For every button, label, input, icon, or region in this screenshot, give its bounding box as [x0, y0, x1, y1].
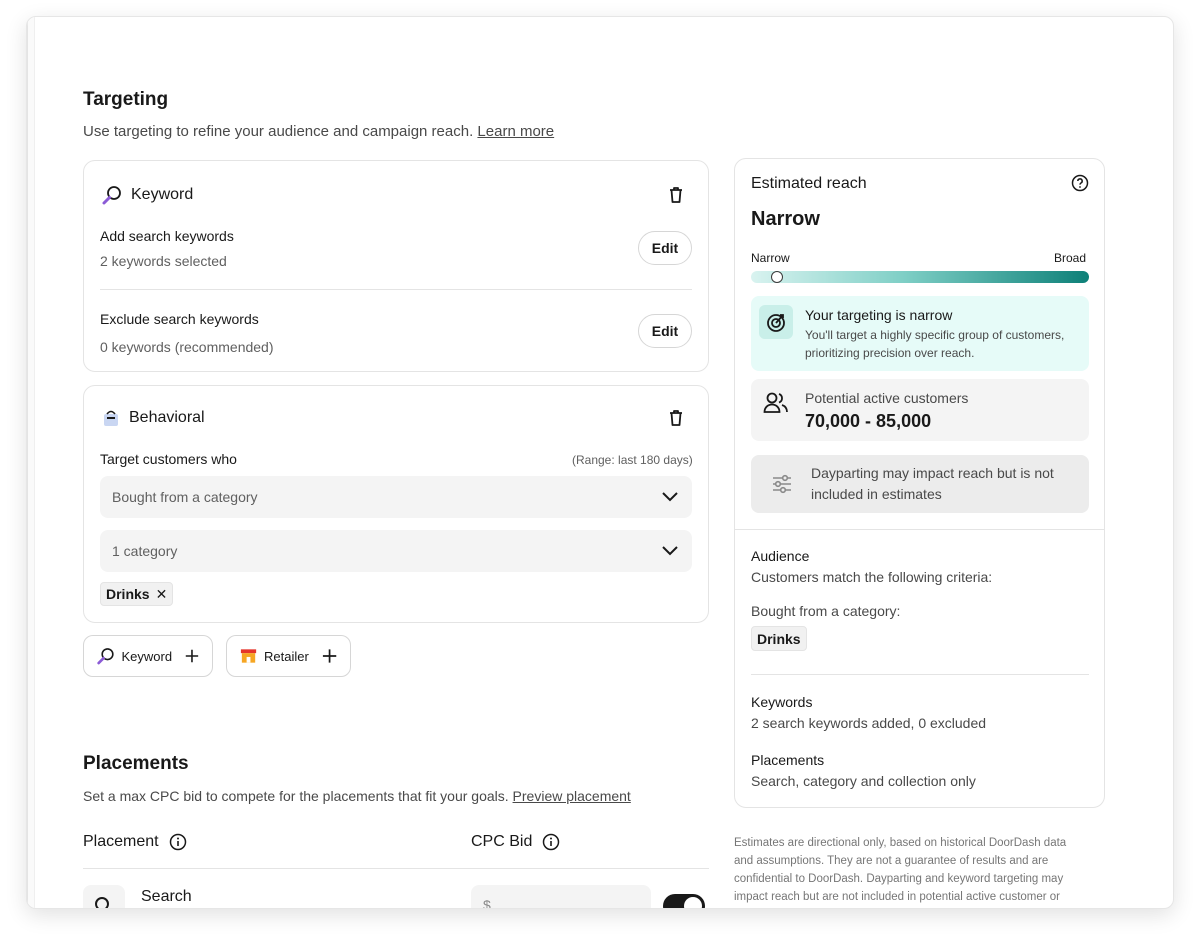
disclaimer-line-3: confidential to DoorDash. Dayparting and…: [734, 873, 1064, 885]
range-note: (Range: last 180 days): [572, 453, 693, 467]
search-icon: [95, 897, 109, 908]
chevron-down-icon: [662, 492, 678, 502]
reach-level: Narrow: [751, 208, 820, 230]
action-select[interactable]: Bought from a category: [100, 476, 692, 518]
learn-more-link[interactable]: Learn more: [477, 123, 554, 140]
dayparting-note-2: included in estimates: [811, 486, 942, 502]
reach-slider-thumb: [770, 271, 783, 283]
narrow-info-box: Your targeting is narrow You'll target a…: [751, 296, 1089, 371]
disclaimer-line-1: Estimates are directional only, based on…: [734, 837, 1067, 849]
dayparting-note-box: Dayparting may impact reach but is not i…: [751, 455, 1089, 513]
placements-subtitle-text: Set a max CPC bid to compete for the pla…: [83, 788, 509, 804]
action-select-value: Bought from a category: [112, 489, 258, 505]
preview-placement-link[interactable]: Preview placement: [513, 788, 631, 804]
keyword-card-title-text: Keyword: [131, 186, 194, 203]
narrow-info-desc-2: prioritizing precision over reach.: [805, 346, 975, 360]
exclude-keywords-label: Exclude search keywords: [100, 311, 259, 327]
placement-column-label: Placement: [83, 833, 159, 850]
add-keywords-label: Add search keywords: [100, 228, 234, 244]
audience-title: Audience: [751, 548, 810, 564]
cpc-bid-placeholder: $: [483, 897, 491, 909]
cpc-column-header: CPC Bid: [471, 833, 560, 851]
disclaimer-line-4: impact reach but are not included in pot…: [734, 891, 1061, 903]
add-retailer-button[interactable]: Retailer: [226, 635, 351, 677]
target-icon: [767, 314, 785, 332]
category-chip-label: Drinks: [106, 586, 150, 602]
audience-desc: Customers match the following criteria:: [751, 569, 993, 585]
trash-icon[interactable]: [666, 185, 686, 205]
cpc-column-label: CPC Bid: [471, 833, 533, 850]
add-keywords-value: 2 keywords selected: [100, 253, 227, 269]
sliders-icon: [773, 474, 791, 494]
placements-title: Placements: [83, 753, 189, 774]
plus-icon: [185, 649, 199, 663]
target-icon-box: [759, 305, 793, 339]
search-placement-toggle[interactable]: [663, 894, 705, 908]
narrow-info-desc-1: You'll target a highly specific group of…: [805, 328, 1065, 342]
targeting-subtitle-text: Use targeting to refine your audience an…: [83, 123, 474, 140]
magnifier-icon: [97, 648, 114, 665]
scale-min-label: Narrow: [751, 251, 790, 265]
keywords-summary-title: Keywords: [751, 694, 813, 710]
reach-divider: [735, 529, 1104, 530]
reach-slider-track: [751, 271, 1089, 283]
placements-subtitle: Set a max CPC bid to compete for the pla…: [83, 788, 631, 804]
placement-column-header: Placement: [83, 833, 187, 851]
category-select[interactable]: 1 category: [100, 530, 692, 572]
edit-exclude-keywords-button[interactable]: Edit: [638, 314, 692, 348]
people-icon: [763, 392, 788, 413]
potential-customers-value: 70,000 - 85,000: [805, 411, 932, 431]
plus-icon: [322, 649, 337, 663]
behavioral-card-title: Behavioral: [101, 408, 205, 428]
add-keyword-label: Keyword: [121, 648, 173, 664]
shopping-bag-icon: [104, 410, 118, 426]
trash-icon[interactable]: [666, 408, 686, 428]
disclaimer-line-2: and assumptions. They are not a guarante…: [734, 855, 1049, 867]
audience-divider: [751, 674, 1089, 675]
search-placement-icon-box: [83, 885, 125, 908]
placements-divider: [83, 868, 709, 869]
category-chip: Drinks ✕: [100, 582, 174, 606]
placements-summary-desc: Search, category and collection only: [751, 773, 976, 789]
bought-chip-label: Drinks: [757, 630, 801, 647]
reach-header: Estimated reach: [751, 175, 867, 192]
scale-max-label: Broad: [1054, 251, 1087, 265]
bought-chip: Drinks: [751, 626, 807, 651]
estimated-reach-card: Estimated reach Narrow Narrow Broad Your…: [734, 158, 1105, 808]
info-icon[interactable]: [169, 833, 187, 851]
cpc-bid-input[interactable]: $: [471, 885, 651, 909]
target-customers-label: Target customers who: [100, 451, 237, 467]
storefront-icon: [240, 649, 257, 663]
keyword-card: Keyword Add search keywords 2 keywords s…: [83, 160, 709, 372]
keyword-card-title: Keyword: [101, 184, 193, 206]
add-keyword-button[interactable]: Keyword: [83, 635, 213, 677]
app-frame: Targeting Use targeting to refine your a…: [26, 16, 1174, 909]
placements-summary-title: Placements: [751, 752, 825, 768]
narrow-info-title: Your targeting is narrow: [805, 307, 953, 323]
potential-customers-label: Potential active customers: [805, 390, 969, 406]
search-placement-label: Search: [141, 888, 192, 905]
edit-add-keywords-button[interactable]: Edit: [638, 231, 692, 265]
behavioral-card-title-text: Behavioral: [129, 409, 205, 426]
close-icon[interactable]: ✕: [156, 586, 168, 603]
magnifier-icon: [102, 186, 121, 205]
category-select-value: 1 category: [112, 543, 178, 559]
add-retailer-label: Retailer: [264, 648, 309, 664]
dayparting-note-1: Dayparting may impact reach but is not: [811, 465, 1054, 481]
help-icon[interactable]: [1071, 174, 1089, 192]
chevron-down-icon: [662, 546, 678, 556]
bought-label: Bought from a category:: [751, 603, 901, 619]
targeting-title: Targeting: [83, 89, 169, 110]
targeting-subtitle: Use targeting to refine your audience an…: [83, 123, 554, 140]
keyword-divider: [100, 289, 692, 290]
potential-customers-box: Potential active customers 70,000 - 85,0…: [751, 379, 1089, 441]
exclude-keywords-value: 0 keywords (recommended): [100, 339, 274, 355]
behavioral-card: Behavioral Target customers who (Range: …: [83, 385, 709, 623]
info-icon[interactable]: [542, 833, 560, 851]
keywords-summary-desc: 2 search keywords added, 0 excluded: [751, 715, 987, 731]
